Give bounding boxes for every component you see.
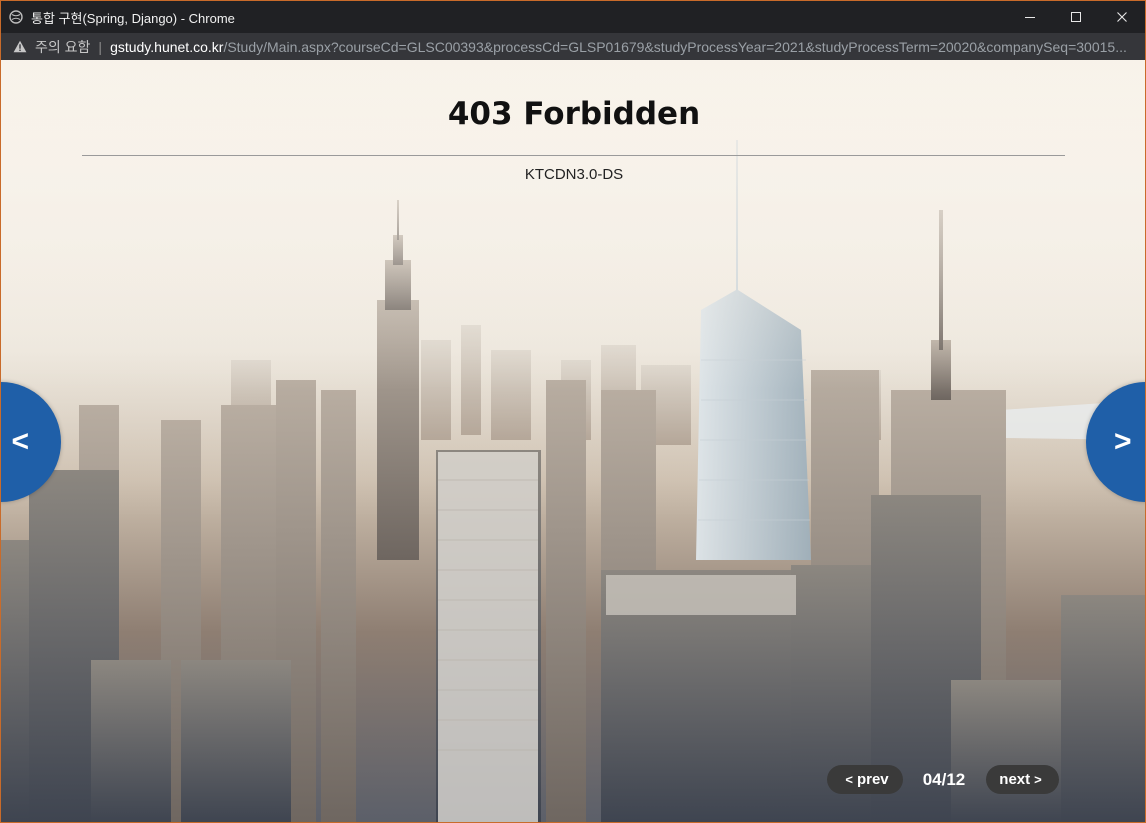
maximize-icon[interactable]	[1053, 1, 1099, 33]
chevron-right-icon: >	[1114, 425, 1132, 458]
url-host[interactable]: gstudy.hunet.co.kr	[110, 39, 223, 55]
chevron-right-small-icon: >	[1034, 772, 1042, 787]
page-heading: 403 Forbidden	[447, 96, 701, 132]
security-warning-label[interactable]: 주의 요함	[35, 37, 90, 57]
title-bar: 통합 구현(Spring, Django) - Chrome	[1, 1, 1145, 33]
url-path[interactable]: /Study/Main.aspx?courseCd=GLSC00393&proc…	[223, 39, 1126, 55]
next-label: next	[999, 771, 1031, 788]
browser-window: 통합 구현(Spring, Django) - Chrome 주의 요함 | g…	[0, 0, 1146, 823]
address-bar[interactable]: 주의 요함 | gstudy.hunet.co.kr /Study/Main.a…	[1, 33, 1145, 60]
chevron-left-small-icon: <	[845, 772, 853, 787]
chevron-left-icon: <	[11, 425, 29, 458]
prev-button[interactable]: < prev	[827, 765, 903, 794]
window-title: 통합 구현(Spring, Django) - Chrome	[31, 10, 235, 26]
minimize-icon[interactable]	[1007, 1, 1053, 33]
globe-icon	[9, 10, 23, 24]
server-label: KTCDN3.0-DS	[524, 166, 624, 183]
page-counter: 04/12	[922, 770, 966, 789]
next-button[interactable]: next >	[986, 765, 1059, 794]
window-controls	[1007, 1, 1145, 33]
page-content: 403 Forbidden KTCDN3.0-DS < > < prev 04/…	[1, 60, 1145, 822]
warning-icon[interactable]	[13, 40, 27, 53]
address-separator: |	[98, 38, 103, 55]
heading-divider	[82, 155, 1065, 156]
close-icon[interactable]	[1099, 1, 1145, 33]
prev-label: prev	[856, 771, 889, 788]
